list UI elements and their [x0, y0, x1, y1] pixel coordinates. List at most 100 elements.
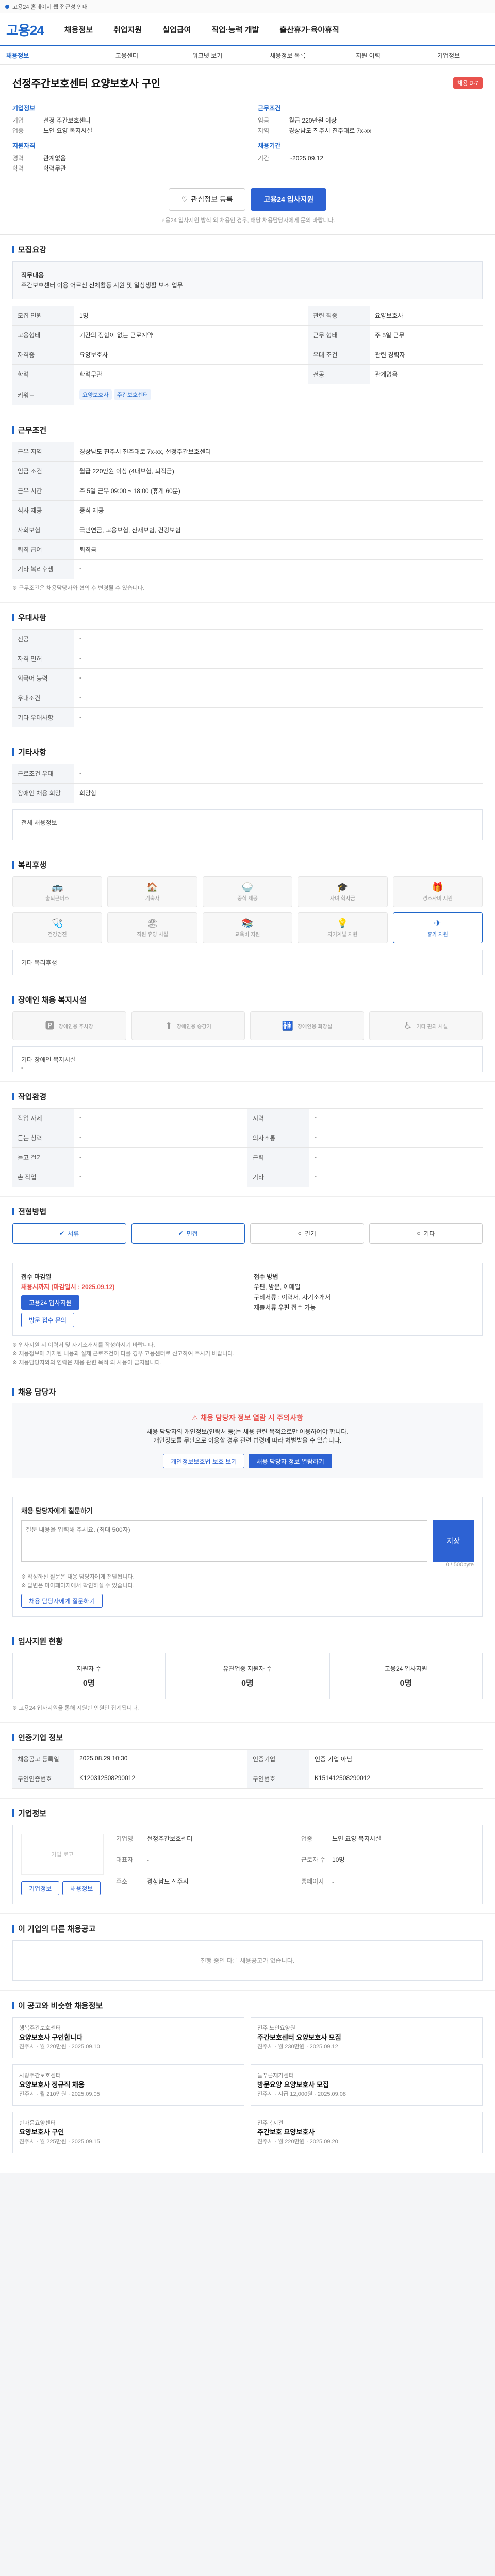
subnav-item[interactable]: 고용센터	[87, 51, 167, 60]
disability-section: 장애인 채용 복지시설 🅿 장애인용 주차장 ⬆ 장애인용 승강기 🚻 장애인용 화장실 ♿…	[0, 985, 495, 1082]
table-row: 우대조건 -	[12, 688, 483, 708]
logo[interactable]: 고용24	[6, 20, 44, 39]
org-field: 주소 경상남도 진주시	[116, 1876, 289, 1895]
subnav-item[interactable]: 지원 이력	[328, 51, 408, 60]
kv-key: 업종	[301, 1835, 313, 1842]
th: 관련 직종	[308, 306, 370, 326]
td: 관련 경력자	[370, 345, 483, 365]
th: 기타	[248, 1167, 309, 1187]
gnb-item[interactable]: 직업·능력 개발	[211, 24, 259, 35]
recommend-co: 행복주간보호센터	[19, 2025, 61, 2031]
disability-label: 기타 편의 시설	[416, 1024, 448, 1030]
apply-notice: 고용24 입사지원 방식 외 채용인 경우, 해당 채용담당자에게 문의 바랍니…	[160, 217, 335, 224]
qa-section: 채용 담당자에게 질문하기 저장 0 / 500byte ※ 작성하신 질문은 …	[0, 1487, 495, 1626]
qa-open-button[interactable]: 채용 담당자에게 질문하기	[21, 1594, 103, 1608]
recommend-tt: 주간보호센터 요양보호사 모집	[257, 2033, 341, 2041]
tag: 주간보호센터	[113, 389, 152, 400]
table-row: 퇴직 급여 퇴직금	[12, 539, 483, 560]
kv-key: 주소	[116, 1877, 128, 1885]
warn-title: 채용 담당자 정보 열람 시 주의사항	[200, 1414, 304, 1422]
th: 키워드	[12, 384, 74, 405]
privacy-button[interactable]: 개인정보보호법 보호 보기	[163, 1454, 245, 1468]
apply-fine: ※ 채용정보에 기재된 내용과 실제 근로조건이 다를 경우 고용센터로 신고하…	[12, 1351, 235, 1357]
subnav-item[interactable]: 워크넷 보기	[167, 51, 248, 60]
env-table: 작업 자세 - 시력 - 듣는 청력 - 의사소통 - 들고 걸기 - 근력 - 손 작업 - 기타 -	[12, 1108, 483, 1187]
subnav-item[interactable]: 기업정보	[408, 51, 489, 60]
job-summary: 기업정보 기업 선정 주간보호센터 업종 노인 요양 복지시설 지원자격 경력 관계없…	[12, 98, 483, 174]
apply-button[interactable]: 고용24 입사지원	[251, 188, 327, 211]
kv-key: 기업	[12, 117, 24, 124]
method-label: 필기	[304, 1230, 316, 1238]
gnb-item[interactable]: 출산휴가·육아휴직	[279, 24, 339, 35]
welfare-item: 🎓 자녀 학자금	[298, 876, 388, 907]
th: 자격증	[12, 345, 74, 365]
recommend-tt: 방문요양 요양보호사 모집	[257, 2081, 329, 2089]
org-jobs-button[interactable]: 채용정보	[62, 1881, 101, 1895]
recommend-meta: 진주시 · 월 225만원 · 2025.09.15	[19, 2139, 100, 2145]
kv-key: 기업명	[116, 1835, 134, 1842]
disability-item: 🅿 장애인용 주차장	[12, 1011, 126, 1040]
kv-value: -	[332, 1877, 334, 1885]
method-item: ○ 기타	[369, 1223, 483, 1244]
th: 퇴직 급여	[12, 539, 74, 560]
method-label: 기타	[423, 1230, 435, 1238]
disability-extra-value: -	[21, 1064, 23, 1071]
contact-section: 채용 담당자 ⚠ 채용 담당자 정보 열람 시 주의사항 채용 담당자의 개인정…	[0, 1377, 495, 1487]
table-row: 외국어 능력 -	[12, 668, 483, 688]
td: -	[309, 1167, 483, 1187]
subnav-item[interactable]: 채용정보 목록	[248, 51, 328, 60]
job-title: 선정주간보호센터 요양보호사 구인	[12, 78, 161, 90]
recruit-table: 모집 인원 1명 관련 직종 요양보호사 고용형태 기간의 정함이 없는 근로계약 근무 …	[12, 306, 483, 405]
section-title: 우대사항	[18, 614, 47, 622]
kv-key: 근로자 수	[301, 1856, 326, 1864]
td: -	[74, 668, 483, 688]
td: 2025.08.29 10:30	[74, 1749, 248, 1769]
save-interest-button[interactable]: ♡ 관심정보 등록	[168, 188, 246, 211]
td: -	[309, 1147, 483, 1167]
recommend-co: 한마음요양센터	[19, 2120, 56, 2126]
work-section: 근무조건 근무 지역 경상남도 진주시 진주대로 7x-xx, 선정주간보호센터 …	[0, 415, 495, 603]
stats-fine: ※ 고용24 입사지원을 통해 지원한 인원만 집계됩니다.	[12, 1705, 139, 1711]
qa-input[interactable]	[21, 1520, 427, 1562]
qa-submit-button[interactable]: 저장	[433, 1520, 474, 1562]
recommend-card[interactable]: 진주복지관 주간보호 요양보호사 진주시 · 월 220만원 · 2025.09.2…	[251, 2112, 483, 2153]
welfare-item: 🍚 중식 제공	[202, 876, 293, 907]
visit-inquiry-button[interactable]: 방문 접수 문의	[21, 1313, 74, 1327]
th: 전공	[308, 364, 370, 384]
welfare-desc: 기타 복리후생	[12, 950, 483, 975]
view-contact-button[interactable]: 채용 담당자 정보 열람하기	[249, 1454, 332, 1468]
td: -	[74, 1128, 248, 1148]
table-row: 손 작업 - 기타 -	[12, 1167, 483, 1187]
recommend-card[interactable]: 늘푸른재가센터 방문요양 요양보호사 모집 진주시 · 시급 12,000원 · 2…	[251, 2064, 483, 2106]
kv-key: 업종	[12, 127, 24, 134]
recommend-card[interactable]: 진주 노인요양원 주간보호센터 요양보호사 모집 진주시 · 월 230만원 · 2…	[251, 2017, 483, 2058]
subnav-item[interactable]: 채용정보	[6, 51, 87, 60]
welfare-item: 🎁 경조사비 지원	[392, 876, 483, 907]
gnb-item[interactable]: 채용정보	[64, 24, 93, 35]
welfare-icon: ✈	[434, 918, 442, 928]
stat-card: 고용24 입사지원 0명	[329, 1653, 483, 1699]
gnb-item[interactable]: 취업지원	[113, 24, 142, 35]
apply-col-title: 접수 마감일	[21, 1273, 52, 1280]
recommend-meta: 진주시 · 시급 12,000원 · 2025.09.08	[257, 2091, 346, 2097]
qa-fine: ※ 작성하신 질문은 채용 담당자에게 전달됩니다.	[21, 1574, 135, 1580]
accessibility-icon: ♿	[404, 1021, 412, 1031]
apply-submit-button[interactable]: 고용24 입사지원	[21, 1295, 79, 1310]
apply-deadline: 채용시까지 (마감일시 : 2025.09.12)	[21, 1283, 115, 1291]
recommend-card[interactable]: 한마음요양센터 요양보호사 구인 진주시 · 월 225만원 · 2025.09.1…	[12, 2112, 244, 2153]
welfare-icon: 💡	[337, 918, 349, 928]
org-info-button[interactable]: 기업정보	[21, 1881, 60, 1895]
recommend-co: 진주복지관	[257, 2120, 284, 2126]
section-bar	[12, 996, 14, 1004]
gnb-item[interactable]: 실업급여	[162, 24, 191, 35]
recommend-card[interactable]: 행복주간보호센터 요양보호사 구인합니다 진주시 · 월 220만원 · 2025.…	[12, 2017, 244, 2058]
welfare-label: 교육비 지원	[235, 931, 260, 938]
th: 근로조건 우대	[12, 764, 74, 784]
disability-extra-label: 기타 장애인 복지시설	[21, 1056, 76, 1063]
duty-box: 직무내용 주간보호센터 이용 어르신 신체활동 지원 및 일상생활 보조 업무	[12, 261, 483, 299]
org-field: 대표자 -	[116, 1855, 289, 1874]
topbar-text[interactable]: 고용24 홈페이지 웹 접근성 안내	[12, 3, 88, 11]
recommend-tt: 주간보호 요양보호사	[257, 2128, 315, 2136]
etc-table: 근로조건 우대 - 장애인 채용 희망 희망함	[12, 764, 483, 803]
recommend-card[interactable]: 사랑주간보호센터 요양보호사 정규직 채용 진주시 · 월 210만원 · 2025…	[12, 2064, 244, 2106]
